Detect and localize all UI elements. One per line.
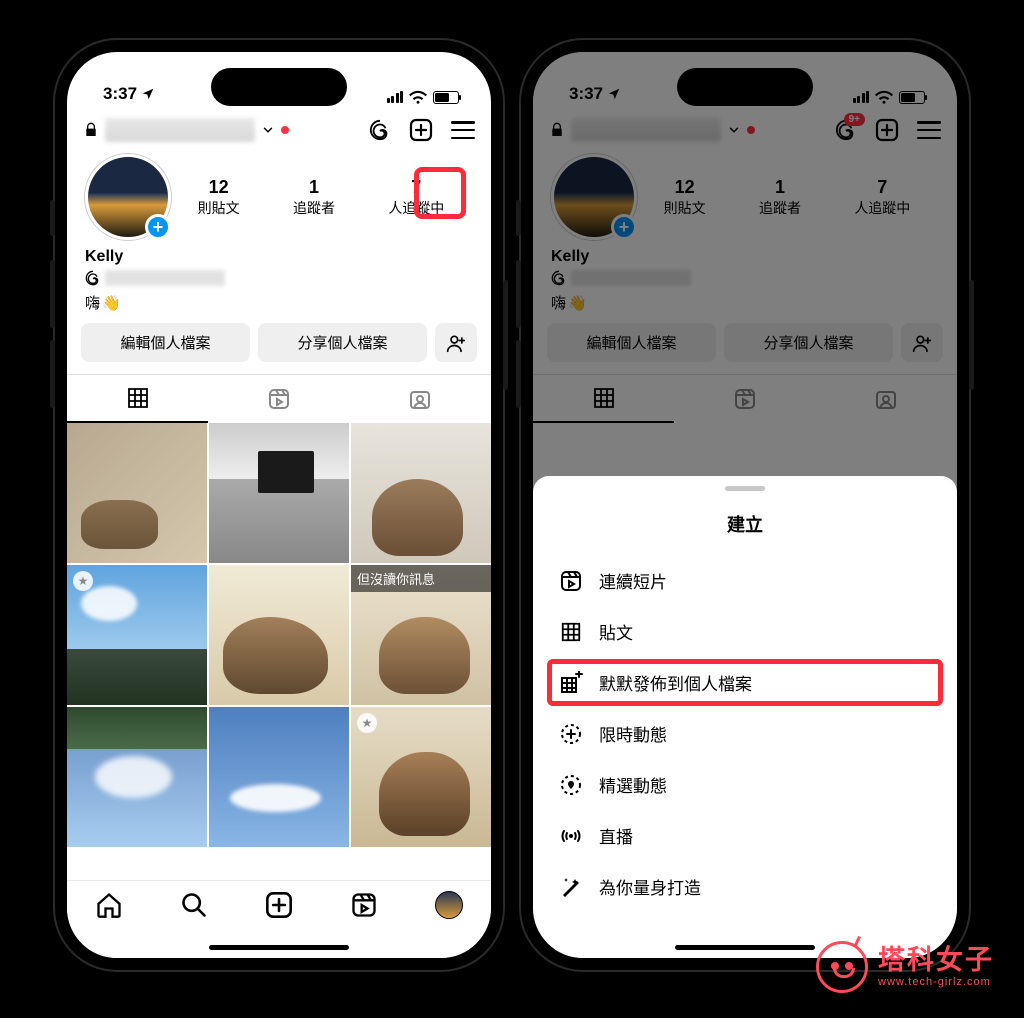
reel-icon <box>559 569 583 593</box>
edit-profile-button[interactable]: 編輯個人檔案 <box>81 323 250 362</box>
username-text[interactable] <box>105 118 255 142</box>
tab-reels[interactable] <box>208 375 349 423</box>
reels-icon <box>267 387 291 411</box>
avatar[interactable]: + <box>85 154 171 240</box>
tagged-icon <box>408 387 432 411</box>
signal-icon <box>387 91 404 103</box>
highlight-icon <box>559 773 583 797</box>
watermark-logo-icon <box>816 941 868 993</box>
sheet-item-story[interactable]: 限時動態 <box>533 708 957 759</box>
threads-icon[interactable] <box>369 119 391 141</box>
sheet-title: 建立 <box>533 511 957 537</box>
dynamic-island <box>211 68 347 106</box>
post-tile[interactable] <box>351 423 491 563</box>
bio-text: 嗨👋 <box>67 288 491 323</box>
hamburger-menu-icon[interactable] <box>451 121 475 139</box>
sheet-grabber[interactable] <box>725 486 765 491</box>
status-time: 3:37 <box>103 84 137 104</box>
add-person-icon <box>446 333 466 353</box>
add-story-icon[interactable]: + <box>145 214 171 240</box>
post-tile[interactable]: ★ <box>351 707 491 847</box>
profile-header-bar <box>67 108 491 150</box>
create-post-icon[interactable] <box>409 118 433 142</box>
sheet-item-reel[interactable]: 連續短片 <box>533 555 957 606</box>
discover-people-button[interactable] <box>435 323 477 362</box>
tab-tagged[interactable] <box>350 375 491 423</box>
reels-nav-icon[interactable] <box>350 891 378 919</box>
create-icon[interactable] <box>265 891 293 919</box>
sheet-item-live[interactable]: 直播 <box>533 810 957 861</box>
grid-plus-icon <box>559 671 583 695</box>
home-indicator <box>209 945 349 950</box>
watermark: 塔科女子 www.tech-girlz.com <box>816 941 994 993</box>
phone-left: 3:37 <box>55 40 503 970</box>
story-icon <box>559 722 583 746</box>
share-profile-button[interactable]: 分享個人檔案 <box>258 323 427 362</box>
display-name: Kelly <box>67 240 491 268</box>
post-tile[interactable] <box>67 423 207 563</box>
watermark-url: www.tech-girlz.com <box>878 976 994 989</box>
live-icon <box>559 824 583 848</box>
sheet-item-highlight[interactable]: 精選動態 <box>533 759 957 810</box>
create-sheet: 建立 連續短片 貼文 默默發佈到個人檔案 限時動態 <box>533 476 957 958</box>
tile-caption: 但沒讀你訊息 <box>351 565 491 592</box>
sheet-item-post[interactable]: 貼文 <box>533 606 957 657</box>
wifi-icon <box>409 90 427 104</box>
stat-posts[interactable]: 12 則貼文 <box>198 177 240 218</box>
post-tile[interactable] <box>209 707 349 847</box>
phone-right: 3:37 9+ <box>521 40 969 970</box>
lock-icon <box>83 122 99 138</box>
pinned-icon: ★ <box>73 571 93 591</box>
sheet-item-made-for-you[interactable]: 為你量身打造 <box>533 861 957 912</box>
post-tile[interactable]: ★ <box>67 565 207 705</box>
wand-icon <box>559 875 583 899</box>
post-tile[interactable] <box>209 423 349 563</box>
posts-grid: ★ 但沒讀你訊息 ★ <box>67 423 491 847</box>
threads-handle[interactable] <box>67 268 491 288</box>
chevron-down-icon[interactable] <box>261 123 275 137</box>
home-icon[interactable] <box>95 891 123 919</box>
dynamic-island <box>677 68 813 106</box>
profile-nav-icon[interactable] <box>435 891 463 919</box>
pinned-icon: ★ <box>357 713 377 733</box>
stat-followers[interactable]: 1 追蹤者 <box>293 177 335 218</box>
bottom-nav <box>67 880 491 958</box>
search-icon[interactable] <box>180 891 208 919</box>
home-indicator <box>675 945 815 950</box>
watermark-title: 塔科女子 <box>878 945 994 976</box>
post-tile[interactable] <box>67 707 207 847</box>
post-tile[interactable]: 但沒讀你訊息 <box>351 565 491 705</box>
tab-grid[interactable] <box>67 375 208 423</box>
notification-dot <box>281 126 289 134</box>
grid-icon <box>126 386 150 410</box>
grid-icon <box>559 620 583 644</box>
sheet-item-silent-post[interactable]: 默默發佈到個人檔案 <box>533 657 957 708</box>
location-arrow-icon <box>141 87 155 101</box>
post-tile[interactable] <box>209 565 349 705</box>
stat-following[interactable]: 7 人追蹤中 <box>388 177 444 218</box>
threads-small-icon <box>85 270 101 286</box>
battery-icon <box>433 91 459 104</box>
